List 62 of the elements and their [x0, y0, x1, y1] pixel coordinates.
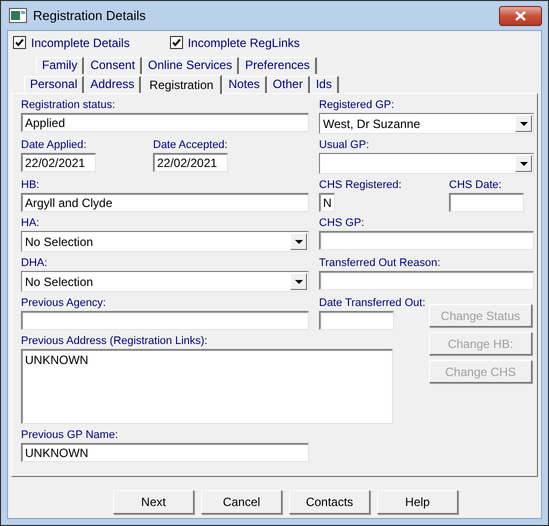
field-label: CHS GP:	[319, 216, 364, 231]
caret-icon	[294, 240, 302, 244]
field-label: Date Transferred Out:	[319, 296, 426, 311]
dropdown[interactable]: No Selection	[21, 231, 309, 252]
field-label: Previous GP Name:	[21, 428, 118, 443]
field-label: HA:	[21, 216, 40, 231]
dropdown[interactable]	[319, 153, 534, 174]
field-label: Transferred Out Reason:	[319, 256, 440, 271]
field-label: Previous Agency:	[21, 296, 106, 311]
text-field[interactable]: UNKNOWN	[21, 443, 309, 462]
dialog-button[interactable]: Next	[113, 490, 194, 514]
window-title: Registration Details	[33, 6, 146, 25]
field-label: Date Accepted:	[153, 138, 228, 153]
close-icon	[515, 10, 526, 20]
dropdown[interactable]: West, Dr Suzanne	[319, 113, 534, 134]
checkbox[interactable]	[13, 36, 26, 49]
field-label: Registration status:	[21, 98, 116, 113]
tab[interactable]: Address	[84, 76, 142, 93]
checkbox-label: Incomplete Details	[31, 34, 130, 52]
dropdown-button[interactable]	[290, 273, 307, 290]
close-button[interactable]	[499, 6, 542, 26]
checkbox[interactable]	[170, 36, 183, 49]
tab[interactable]: Personal	[24, 76, 84, 93]
checkbox-label: Incomplete RegLinks	[188, 34, 300, 52]
field-label: Registered GP:	[319, 98, 394, 113]
tab[interactable]: Ids	[310, 76, 339, 93]
dropdown[interactable]: No Selection	[21, 271, 309, 292]
dialog-button[interactable]: Contacts	[289, 490, 370, 514]
tab[interactable]: Notes	[222, 76, 267, 93]
field-label: CHS Date:	[449, 178, 502, 193]
text-field[interactable]	[449, 193, 524, 212]
dialog-button[interactable]: Help	[377, 490, 458, 514]
text-field[interactable]	[319, 231, 534, 250]
field-label: DHA:	[21, 256, 48, 271]
field-label: HB:	[21, 178, 40, 193]
dropdown-button[interactable]	[290, 233, 307, 250]
text-field[interactable]: Applied	[21, 113, 309, 132]
caret-icon	[520, 122, 528, 126]
tab[interactable]: Family	[36, 57, 84, 74]
text-area[interactable]: UNKNOWN	[21, 349, 393, 424]
text-field[interactable]	[319, 271, 534, 290]
field-label: CHS Registered:	[319, 178, 402, 193]
dropdown-button[interactable]	[515, 155, 532, 172]
text-field[interactable]: 22/02/2021	[21, 153, 96, 172]
dialog-button[interactable]: Cancel	[201, 490, 282, 514]
tab[interactable]: Preferences	[239, 57, 317, 74]
text-field[interactable]: 22/02/2021	[153, 153, 228, 172]
text-field[interactable]: Argyll and Clyde	[21, 193, 309, 212]
field-label: Date Applied:	[21, 138, 86, 153]
tab[interactable]: Online Services	[142, 57, 240, 74]
text-field[interactable]	[319, 311, 394, 330]
dropdown-button[interactable]	[515, 115, 532, 132]
text-field[interactable]: N	[319, 193, 335, 212]
tab[interactable]: Consent	[84, 57, 142, 74]
field-label: Usual GP:	[319, 138, 370, 153]
caret-icon	[294, 280, 302, 284]
window-icon	[9, 8, 27, 23]
caret-icon	[520, 162, 528, 166]
tab[interactable]: Other	[266, 76, 310, 93]
text-field[interactable]	[21, 311, 309, 330]
tab[interactable]: Registration	[141, 75, 222, 94]
field-label: Previous Address (Registration Links):	[21, 334, 208, 349]
